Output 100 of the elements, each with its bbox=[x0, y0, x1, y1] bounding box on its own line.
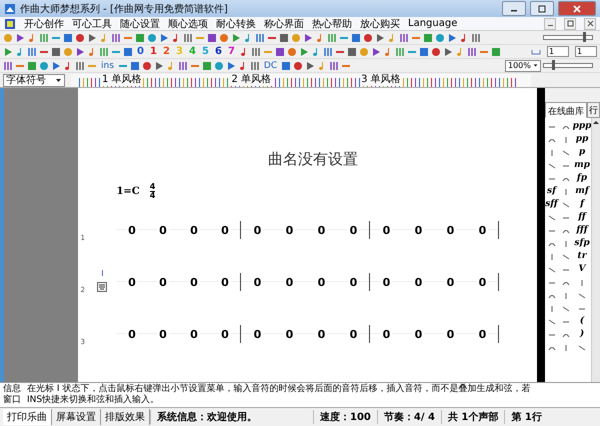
bars-icon[interactable] bbox=[323, 46, 333, 56]
panel-tab[interactable]: 在线曲库 bbox=[545, 102, 587, 118]
restore-button[interactable] bbox=[564, 18, 576, 30]
dynamic-symbol[interactable]: ) bbox=[580, 329, 584, 340]
note[interactable]: 0 bbox=[476, 328, 488, 340]
bars-icon[interactable] bbox=[3, 60, 13, 70]
dynamic-symbol[interactable]: sff bbox=[545, 199, 558, 210]
note[interactable]: 0 bbox=[219, 328, 231, 340]
note[interactable]: 0 bbox=[284, 328, 296, 340]
note[interactable]: 0 bbox=[380, 224, 392, 236]
bars-icon[interactable] bbox=[327, 32, 337, 42]
circle-icon[interactable] bbox=[219, 32, 229, 42]
toolbar-button[interactable]: ins bbox=[99, 60, 116, 70]
note[interactable]: 0 bbox=[219, 224, 231, 236]
note[interactable]: 0 bbox=[348, 224, 360, 236]
measure[interactable]: 0 0 0 0 bbox=[370, 273, 500, 291]
bars-icon[interactable] bbox=[75, 60, 85, 70]
measure[interactable]: 0 0 0 0 bbox=[370, 221, 500, 239]
minimize-button[interactable] bbox=[544, 18, 556, 30]
square-icon[interactable] bbox=[123, 46, 133, 56]
circle-icon[interactable] bbox=[431, 46, 441, 56]
note[interactable]: 0 bbox=[126, 328, 138, 340]
triangle-icon[interactable] bbox=[305, 60, 316, 70]
close-button[interactable] bbox=[584, 18, 596, 30]
note[interactable]: 0 bbox=[348, 276, 360, 288]
note[interactable]: 0 bbox=[126, 224, 138, 236]
menu-item[interactable]: 开心创作 bbox=[24, 16, 64, 30]
bars-icon[interactable] bbox=[27, 46, 37, 56]
font-dropdown[interactable]: 字体符号 bbox=[3, 74, 65, 86]
dynamic-symbol[interactable]: mp bbox=[574, 160, 590, 171]
bars-icon[interactable] bbox=[178, 60, 188, 70]
square-icon[interactable] bbox=[130, 60, 140, 70]
note[interactable]: 0 bbox=[188, 224, 200, 236]
note[interactable]: 0 bbox=[412, 328, 424, 340]
menu-item[interactable]: 热心帮助 bbox=[312, 16, 352, 30]
dynamic-symbol[interactable]: pp bbox=[576, 134, 588, 145]
menu-item[interactable]: 顺心选项 bbox=[168, 16, 208, 30]
bars-icon[interactable] bbox=[255, 32, 265, 42]
maximize-button[interactable] bbox=[530, 1, 554, 16]
dynamic-symbol[interactable]: V bbox=[578, 264, 586, 275]
note[interactable]: 0 bbox=[126, 276, 138, 288]
bars-icon[interactable] bbox=[395, 46, 405, 56]
triangle-icon[interactable] bbox=[51, 60, 61, 70]
note[interactable]: 0 bbox=[219, 276, 231, 288]
bars-icon[interactable] bbox=[329, 60, 340, 70]
note[interactable]: 0 bbox=[412, 224, 424, 236]
note[interactable]: 0 bbox=[157, 276, 169, 288]
note[interactable]: 0 bbox=[380, 328, 392, 340]
dynamic-symbol[interactable]: mf bbox=[575, 186, 589, 197]
slider-thumb[interactable] bbox=[582, 32, 586, 42]
slider-thumb[interactable] bbox=[552, 60, 555, 70]
triangle-icon[interactable] bbox=[231, 32, 241, 42]
note[interactable]: 0 bbox=[284, 276, 296, 288]
bars-icon[interactable] bbox=[111, 32, 121, 42]
square-icon[interactable] bbox=[423, 32, 433, 42]
triangle-icon[interactable] bbox=[226, 60, 236, 70]
note[interactable]: 0 bbox=[157, 224, 169, 236]
bars-icon[interactable] bbox=[39, 32, 49, 42]
square-icon[interactable] bbox=[202, 60, 212, 70]
menu-item[interactable]: 放心购买 bbox=[360, 16, 400, 30]
dynamic-symbol[interactable]: ppp bbox=[572, 121, 592, 132]
bars-icon[interactable] bbox=[183, 32, 193, 42]
square-icon[interactable] bbox=[491, 46, 501, 56]
measure[interactable]: 0 0 0 0 bbox=[370, 325, 500, 343]
bars-icon[interactable] bbox=[399, 32, 409, 42]
square-icon[interactable] bbox=[347, 46, 357, 56]
square-icon[interactable] bbox=[279, 32, 289, 42]
menu-item[interactable]: 随心设置 bbox=[120, 16, 160, 30]
measure[interactable]: 0 0 0 0 bbox=[116, 325, 242, 343]
note[interactable]: 0 bbox=[157, 328, 169, 340]
status-tab[interactable]: 排版效果 bbox=[101, 409, 150, 425]
note[interactable]: 0 bbox=[316, 328, 328, 340]
measure-field[interactable]: 1 bbox=[547, 46, 569, 57]
bars-icon[interactable] bbox=[467, 46, 477, 56]
menu-item[interactable]: 耐心转换 bbox=[216, 16, 256, 30]
measure[interactable]: 0 0 0 0 bbox=[241, 325, 370, 343]
note[interactable]: 0 bbox=[412, 276, 424, 288]
measure-field[interactable]: 1 bbox=[575, 46, 597, 57]
menu-item[interactable]: Language bbox=[408, 18, 458, 29]
circle-icon[interactable] bbox=[435, 32, 445, 42]
circle-icon[interactable] bbox=[142, 60, 152, 70]
note[interactable]: 0 bbox=[188, 276, 200, 288]
square-icon[interactable] bbox=[51, 46, 61, 56]
measure[interactable]: 0 0 0 0 bbox=[116, 221, 242, 239]
minimize-button[interactable] bbox=[502, 1, 526, 16]
note[interactable]: 0 bbox=[444, 224, 456, 236]
circle-icon[interactable] bbox=[287, 46, 297, 56]
measure[interactable]: 0 0 0 0 bbox=[116, 273, 242, 291]
dynamic-symbol[interactable]: f bbox=[580, 199, 584, 210]
dynamic-symbol[interactable]: tr bbox=[578, 251, 586, 262]
note[interactable]: 0 bbox=[252, 224, 264, 236]
square-icon[interactable] bbox=[27, 60, 37, 70]
square-icon[interactable] bbox=[275, 46, 285, 56]
circle-icon[interactable] bbox=[214, 60, 224, 70]
circle-icon[interactable] bbox=[75, 32, 85, 42]
scrollbar[interactable] bbox=[591, 118, 600, 382]
bars-icon[interactable] bbox=[99, 46, 109, 56]
dynamic-symbol[interactable]: sf bbox=[547, 186, 556, 197]
menu-item[interactable]: 称心界面 bbox=[264, 16, 304, 30]
square-icon[interactable] bbox=[135, 32, 145, 42]
